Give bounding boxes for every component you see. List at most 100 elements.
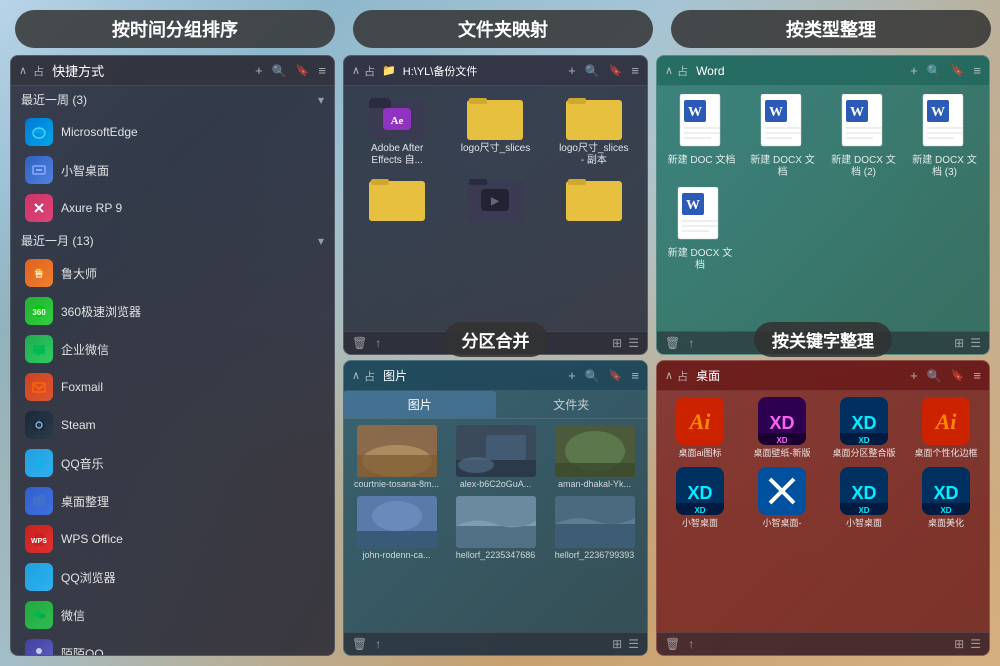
shortcut-item-qq[interactable]: QQ音乐 <box>11 444 334 482</box>
word-file-1[interactable]: W 新建 DOC 文档 <box>665 94 738 179</box>
img-cell-1[interactable]: courtnie-tosana-8m... <box>350 425 443 490</box>
add-shortcut-btn[interactable]: + <box>255 63 263 78</box>
file-item-ae[interactable]: Ae Adobe AfterEffects 自... <box>352 94 442 167</box>
desk-label-7: 小智桌面 <box>846 518 882 529</box>
img-trash-icon[interactable]: 🗑 <box>352 637 367 651</box>
pin-icon[interactable]: 占 <box>33 63 44 79</box>
word-save-icon[interactable]: 🔖 <box>951 64 965 77</box>
search-shortcut-icon[interactable]: 🔍 <box>272 64 287 78</box>
qq-icon <box>25 449 53 477</box>
shortcut-item-lu[interactable]: 鲁 鲁大师 <box>11 254 334 292</box>
tab-images[interactable]: 图片 <box>344 391 496 418</box>
svg-text:W: W <box>931 105 945 120</box>
img-search-icon[interactable]: 🔍 <box>585 369 600 383</box>
word-file-4[interactable]: W 新建 DOCX 文档 (3) <box>908 94 981 179</box>
qq-label: QQ音乐 <box>61 455 104 472</box>
desktop-icon-xd2[interactable]: XDXD 桌面分区整合版 <box>827 397 901 459</box>
word-add-btn[interactable]: + <box>910 63 918 78</box>
word-search-icon[interactable]: 🔍 <box>927 64 942 78</box>
desk-grid-icon[interactable]: ⊞ <box>954 637 964 651</box>
desk-label-2: 桌面壁纸-新版 <box>754 448 811 459</box>
img-label-5: hellorf_2235347686 <box>456 550 536 561</box>
word-file-5[interactable]: W 新建 DOCX 文档 <box>665 187 735 272</box>
tab-folders[interactable]: 文件夹 <box>496 391 648 418</box>
shortcut-item-qqb[interactable]: QQ浏览器 <box>11 558 334 596</box>
file-item-logo1[interactable]: logo尺寸_slices <box>450 94 540 167</box>
merge-label-container: 分区合并 <box>343 318 648 360</box>
word-pin-icon[interactable]: 占 <box>677 63 688 79</box>
desk-save-icon[interactable]: 🔖 <box>951 369 965 382</box>
desktop-icon-ai[interactable]: Ai 桌面ai图标 <box>663 397 737 459</box>
img-more-icon[interactable]: ≡ <box>631 368 639 383</box>
desktop-icon-xd4[interactable]: XDXD 小智桌面 <box>827 467 901 529</box>
desk-sort-icon[interactable]: ↑ <box>688 637 694 651</box>
files-pin-icon[interactable]: 占 <box>364 63 375 79</box>
img-sort-icon[interactable]: ↑ <box>375 637 381 651</box>
img-list-icon[interactable]: ☰ <box>628 637 639 651</box>
shortcut-item-steam[interactable]: Steam <box>11 406 334 444</box>
files-search-icon[interactable]: 🔍 <box>585 64 600 78</box>
file-item-f6[interactable] <box>549 175 639 224</box>
desktop-icon-x1[interactable]: 小智桌面- <box>745 467 819 529</box>
save-shortcut-icon[interactable]: 🔖 <box>296 64 310 77</box>
group2-arrow[interactable]: ▾ <box>318 234 324 248</box>
desktop-icon-xd3[interactable]: XDXD 小智桌面 <box>663 467 737 529</box>
desk-add-btn[interactable]: + <box>910 368 918 383</box>
img-thumb-6 <box>555 496 635 548</box>
collapse-icon[interactable]: ∧ <box>19 64 27 77</box>
file-item-f4[interactable] <box>352 175 442 224</box>
word-file-3[interactable]: W 新建 DOCX 文档 (2) <box>827 94 900 179</box>
img-pin-icon[interactable]: 占 <box>364 368 375 384</box>
edge-icon <box>25 118 53 146</box>
shortcut-item-xz[interactable]: 小智桌面 <box>11 151 334 189</box>
files-more-icon[interactable]: ≡ <box>631 63 639 78</box>
files-collapse-icon[interactable]: ∧ <box>352 64 360 77</box>
desk-list-icon[interactable]: ☰ <box>970 637 981 651</box>
ai2-icon: Ai <box>922 397 970 445</box>
img-cell-4[interactable]: john-rodenn-ca... <box>350 496 443 561</box>
desk-search-icon[interactable]: 🔍 <box>927 369 942 383</box>
svg-text:XD: XD <box>858 436 869 445</box>
desk-trash-icon[interactable]: 🗑 <box>665 637 680 651</box>
desktop-icon-xd5[interactable]: XDXD 桌面美化 <box>909 467 983 529</box>
img-grid-icon[interactable]: ⊞ <box>612 637 622 651</box>
shortcut-item-mm[interactable]: 陌陌QQ <box>11 634 334 656</box>
desk-pin-icon[interactable]: 占 <box>677 368 688 384</box>
img-cell-3[interactable]: aman-dhakal-Yk... <box>548 425 641 490</box>
img-save-icon[interactable]: 🔖 <box>609 369 623 382</box>
word-collapse-icon[interactable]: ∧ <box>665 64 673 77</box>
file-item-logo2[interactable]: logo尺寸_slices - 副本 <box>549 94 639 167</box>
img-cell-5[interactable]: hellorf_2235347686 <box>449 496 542 561</box>
desktop-icon-xd1[interactable]: XDXD 桌面壁纸-新版 <box>745 397 819 459</box>
file-item-f5[interactable]: ▶ <box>450 175 540 224</box>
shortcut-item-qy[interactable]: 企业微信 <box>11 330 334 368</box>
files-add-btn[interactable]: + <box>568 63 576 78</box>
shortcut-item-360[interactable]: 360 360极速浏览器 <box>11 292 334 330</box>
more-shortcut-icon[interactable]: ≡ <box>318 63 326 78</box>
word-file-2[interactable]: W 新建 DOCX 文档 <box>746 94 819 179</box>
word-more-icon[interactable]: ≡ <box>973 63 981 78</box>
desk-more-icon[interactable]: ≡ <box>973 368 981 383</box>
group1-arrow[interactable]: ▾ <box>318 93 324 107</box>
desktop-icon-ai2[interactable]: Ai 桌面个性化边框 <box>909 397 983 459</box>
desk-collapse-icon[interactable]: ∧ <box>665 369 673 382</box>
shortcut-item-zm[interactable]: 桌面整理 <box>11 482 334 520</box>
word-label-5: 新建 DOCX 文档 <box>665 248 735 272</box>
img-add-btn[interactable]: + <box>568 368 576 383</box>
shortcut-item-edge[interactable]: MicrosoftEdge <box>11 113 334 151</box>
group-recent-month[interactable]: 最近一月 (13) ▾ <box>11 227 334 254</box>
shortcut-item-wps[interactable]: WPS WPS Office <box>11 520 334 558</box>
group-recent-week[interactable]: 最近一周 (3) ▾ <box>11 86 334 113</box>
xz-icon <box>25 156 53 184</box>
img-cell-6[interactable]: hellorf_2236799393 <box>548 496 641 561</box>
files-save-icon[interactable]: 🔖 <box>609 64 623 77</box>
img-cell-2[interactable]: alex-b6C2oGuA... <box>449 425 542 490</box>
360-icon: 360 <box>25 297 53 325</box>
shortcut-item-axure[interactable]: Axure RP 9 <box>11 189 334 227</box>
images-footer: 🗑 ↑ ⊞ ☰ <box>344 632 647 655</box>
shortcut-item-wx[interactable]: 微信 <box>11 596 334 634</box>
img-label-4: john-rodenn-ca... <box>362 550 430 561</box>
file-label-ae: Adobe AfterEffects 自... <box>371 143 423 167</box>
shortcut-item-fox[interactable]: Foxmail <box>11 368 334 406</box>
img-collapse-icon[interactable]: ∧ <box>352 369 360 382</box>
